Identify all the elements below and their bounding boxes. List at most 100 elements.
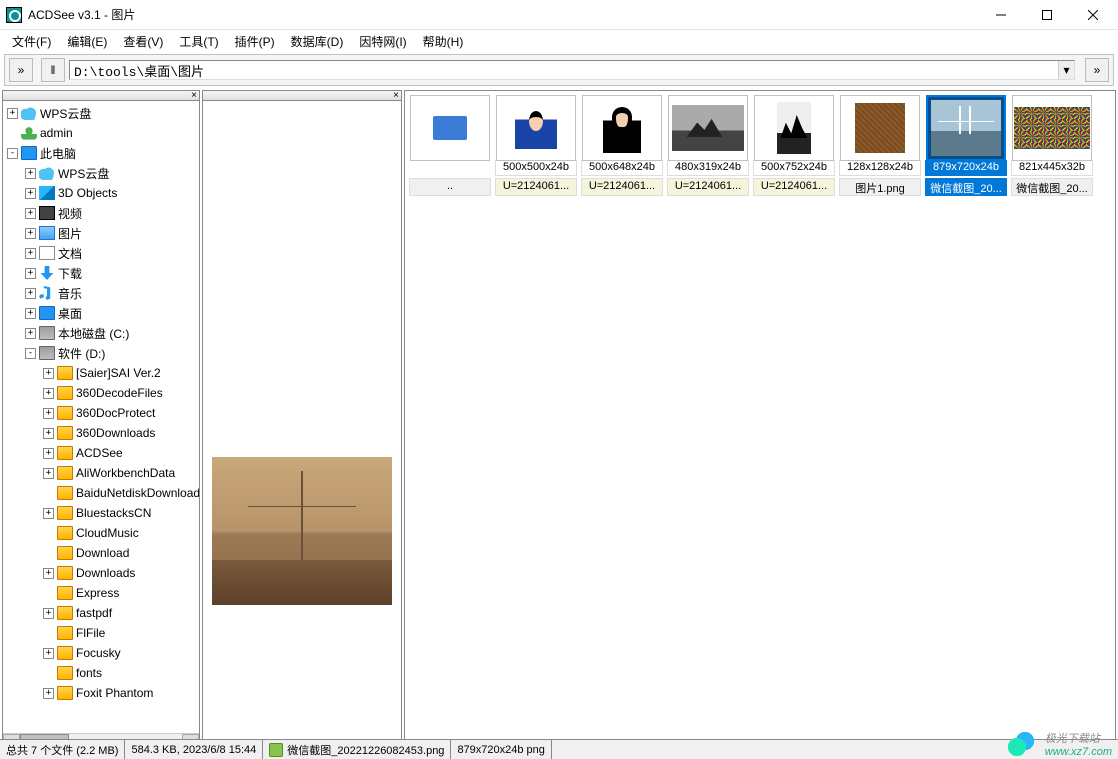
folder-icon (57, 566, 73, 580)
menu-edit[interactable]: 编辑(E) (59, 31, 115, 52)
expand-toggle[interactable]: + (25, 228, 36, 239)
thumbnail-image[interactable] (754, 95, 834, 161)
tree-close-icon[interactable]: × (191, 90, 197, 101)
tree-item-label: 视频 (58, 205, 82, 222)
expand-toggle[interactable]: + (43, 508, 54, 519)
expand-toggle[interactable]: + (25, 308, 36, 319)
menu-internet[interactable]: 因特网(I) (351, 31, 414, 52)
menu-help[interactable]: 帮助(H) (415, 31, 472, 52)
thumbnail-image[interactable] (668, 95, 748, 161)
folder-icon (57, 586, 73, 600)
thumbnail-filename: 微信截图_20... (925, 178, 1007, 196)
expand-toggle[interactable]: + (43, 368, 54, 379)
tree-item[interactable]: +桌面 (3, 303, 199, 323)
tree-item[interactable]: FlFile (3, 623, 199, 643)
menu-plugins[interactable]: 插件(P) (227, 31, 283, 52)
toolbar-grip-icon[interactable]: ‖ (41, 58, 65, 82)
thumbnail-item[interactable]: 480x319x24bU=2124061... (667, 95, 749, 196)
tree-item[interactable]: +Foxit Phantom (3, 683, 199, 703)
thumbnail-item[interactable]: 821x445x32b微信截图_20... (1011, 95, 1093, 196)
thumbnail-image[interactable] (582, 95, 662, 161)
expand-toggle[interactable]: + (25, 328, 36, 339)
menu-tools[interactable]: 工具(T) (171, 31, 226, 52)
expand-toggle[interactable]: + (43, 388, 54, 399)
tree-item[interactable]: + 本地磁盘 (C:) (3, 323, 199, 343)
tree-item[interactable]: +360DocProtect (3, 403, 199, 423)
expand-toggle[interactable]: + (43, 568, 54, 579)
tree-item[interactable]: Express (3, 583, 199, 603)
expand-toggle[interactable]: + (43, 448, 54, 459)
tree-item-label: 本地磁盘 (C:) (58, 325, 129, 342)
expand-toggle[interactable]: + (7, 108, 18, 119)
tree-item[interactable]: +360DecodeFiles (3, 383, 199, 403)
tree-item[interactable]: +Downloads (3, 563, 199, 583)
tree-item[interactable]: +音乐 (3, 283, 199, 303)
tree-item[interactable]: +Focusky (3, 643, 199, 663)
folder-tree[interactable]: +WPS云盘admin-此电脑+WPS云盘+3D Objects+视频+图片+文… (3, 101, 199, 733)
tree-item[interactable]: +下载 (3, 263, 199, 283)
tree-item[interactable]: BaiduNetdiskDownload (3, 483, 199, 503)
expand-toggle[interactable]: - (7, 148, 18, 159)
expand-toggle[interactable]: + (43, 648, 54, 659)
toolbar-overflow-left[interactable]: » (9, 58, 33, 82)
tree-item[interactable]: +文档 (3, 243, 199, 263)
path-combo[interactable]: ▾ (69, 60, 1075, 80)
expand-toggle[interactable]: + (43, 688, 54, 699)
expand-toggle[interactable]: + (43, 468, 54, 479)
tree-item[interactable]: Download (3, 543, 199, 563)
tree-item[interactable]: CloudMusic (3, 523, 199, 543)
close-button[interactable] (1070, 0, 1116, 30)
expand-toggle[interactable]: - (25, 348, 36, 359)
expand-toggle[interactable]: + (43, 428, 54, 439)
thumbnail-image[interactable] (1012, 95, 1092, 161)
toolbar-overflow-right[interactable]: » (1085, 58, 1109, 82)
menu-database[interactable]: 数据库(D) (283, 31, 352, 52)
tree-item[interactable]: admin (3, 123, 199, 143)
thumbnail-image[interactable] (926, 95, 1006, 161)
thumbnail-image[interactable] (496, 95, 576, 161)
menu-file[interactable]: 文件(F) (4, 31, 59, 52)
tree-item[interactable]: +WPS云盘 (3, 103, 199, 123)
preview-image[interactable] (212, 457, 392, 605)
thumbnail-item[interactable]: 500x752x24bU=2124061... (753, 95, 835, 196)
expand-toggle[interactable]: + (25, 208, 36, 219)
tree-item[interactable]: + 视频 (3, 203, 199, 223)
expand-toggle[interactable]: + (43, 408, 54, 419)
status-dimensions: 879x720x24b png (451, 740, 551, 759)
expand-toggle[interactable]: + (25, 168, 36, 179)
tree-item[interactable]: +AliWorkbenchData (3, 463, 199, 483)
main-area: × +WPS云盘admin-此电脑+WPS云盘+3D Objects+视频+图片… (0, 88, 1118, 753)
tree-item[interactable]: -软件 (D:) (3, 343, 199, 363)
thumbnail-item[interactable]: 879x720x24b微信截图_20... (925, 95, 1007, 196)
tree-item[interactable]: +BluestacksCN (3, 503, 199, 523)
expand-toggle[interactable]: + (25, 268, 36, 279)
tree-item[interactable]: +fastpdf (3, 603, 199, 623)
status-filename-text: 微信截图_20221226082453.png (287, 742, 444, 758)
tree-item[interactable]: +WPS云盘 (3, 163, 199, 183)
minimize-button[interactable] (978, 0, 1024, 30)
tree-item[interactable]: +360Downloads (3, 423, 199, 443)
path-dropdown-icon[interactable]: ▾ (1058, 61, 1074, 79)
thumbnail-image[interactable] (410, 95, 490, 161)
tree-item[interactable]: fonts (3, 663, 199, 683)
vid-icon (39, 206, 55, 220)
expand-toggle[interactable]: + (25, 288, 36, 299)
thumbnail-image[interactable] (840, 95, 920, 161)
tree-item[interactable]: -此电脑 (3, 143, 199, 163)
thumbnail-item[interactable]: 128x128x24b图片1.png (839, 95, 921, 196)
maximize-button[interactable] (1024, 0, 1070, 30)
preview-close-icon[interactable]: × (393, 90, 399, 101)
tree-item[interactable]: +图片 (3, 223, 199, 243)
tree-item[interactable]: +[Saier]SAI Ver.2 (3, 363, 199, 383)
thumbnail-item[interactable]: 500x648x24bU=2124061... (581, 95, 663, 196)
tree-item[interactable]: +3D Objects (3, 183, 199, 203)
tree-item[interactable]: +ACDSee (3, 443, 199, 463)
thumbnail-item[interactable]: 500x500x24bU=2124061... (495, 95, 577, 196)
expand-toggle[interactable]: + (43, 608, 54, 619)
folder-icon (57, 446, 73, 460)
expand-toggle[interactable]: + (25, 188, 36, 199)
path-input[interactable] (70, 63, 1058, 78)
thumbnail-item[interactable]: .. (409, 95, 491, 196)
menu-view[interactable]: 查看(V) (115, 31, 171, 52)
expand-toggle[interactable]: + (25, 248, 36, 259)
